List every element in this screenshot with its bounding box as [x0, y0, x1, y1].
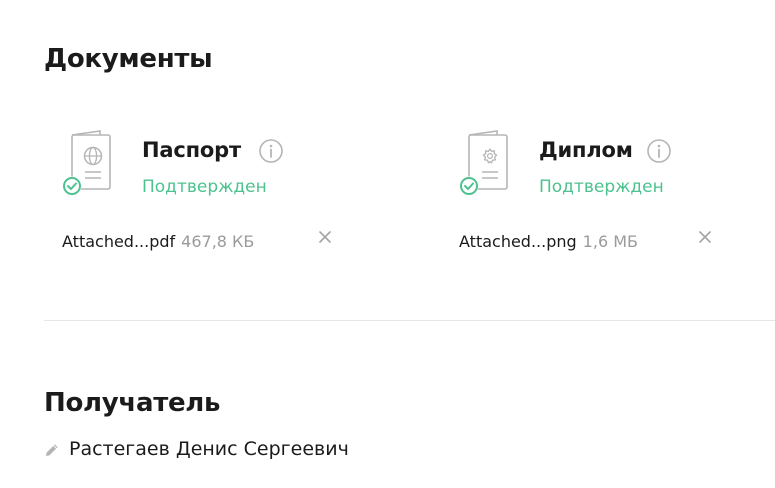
file-size: 1,6 МБ: [582, 232, 638, 251]
file-name[interactable]: Attached...pdf: [62, 232, 175, 251]
pencil-icon[interactable]: [44, 442, 60, 458]
documents-title: Документы: [44, 44, 213, 74]
attached-file[interactable]: Attached...png 1,6 МБ: [459, 232, 638, 251]
close-icon: [319, 231, 331, 243]
info-icon[interactable]: [258, 138, 284, 164]
info-icon[interactable]: [646, 138, 672, 164]
recipient-name: Растегаев Денис Сергеевич: [69, 438, 349, 460]
document-name: Диплом: [539, 138, 633, 162]
document-name: Паспорт: [142, 138, 241, 162]
document-card-passport: Паспорт Подтвержден Attached...pdf 467,8 …: [60, 128, 380, 268]
file-name[interactable]: Attached...png: [459, 232, 577, 251]
attached-file[interactable]: Attached...pdf 467,8 КБ: [62, 232, 254, 251]
file-size: 467,8 КБ: [181, 232, 255, 251]
passport-icon: [60, 128, 120, 200]
recipient-title: Получатель: [44, 388, 221, 418]
document-card-diploma: Диплом Подтвержден Attached...png 1,6 МБ: [457, 128, 775, 268]
remove-file-button[interactable]: [316, 228, 334, 246]
section-divider: [44, 320, 775, 321]
document-status: Подтвержден: [539, 177, 664, 197]
remove-file-button[interactable]: [696, 228, 714, 246]
document-status: Подтвержден: [142, 177, 267, 197]
diploma-icon: [457, 128, 517, 200]
close-icon: [699, 231, 711, 243]
